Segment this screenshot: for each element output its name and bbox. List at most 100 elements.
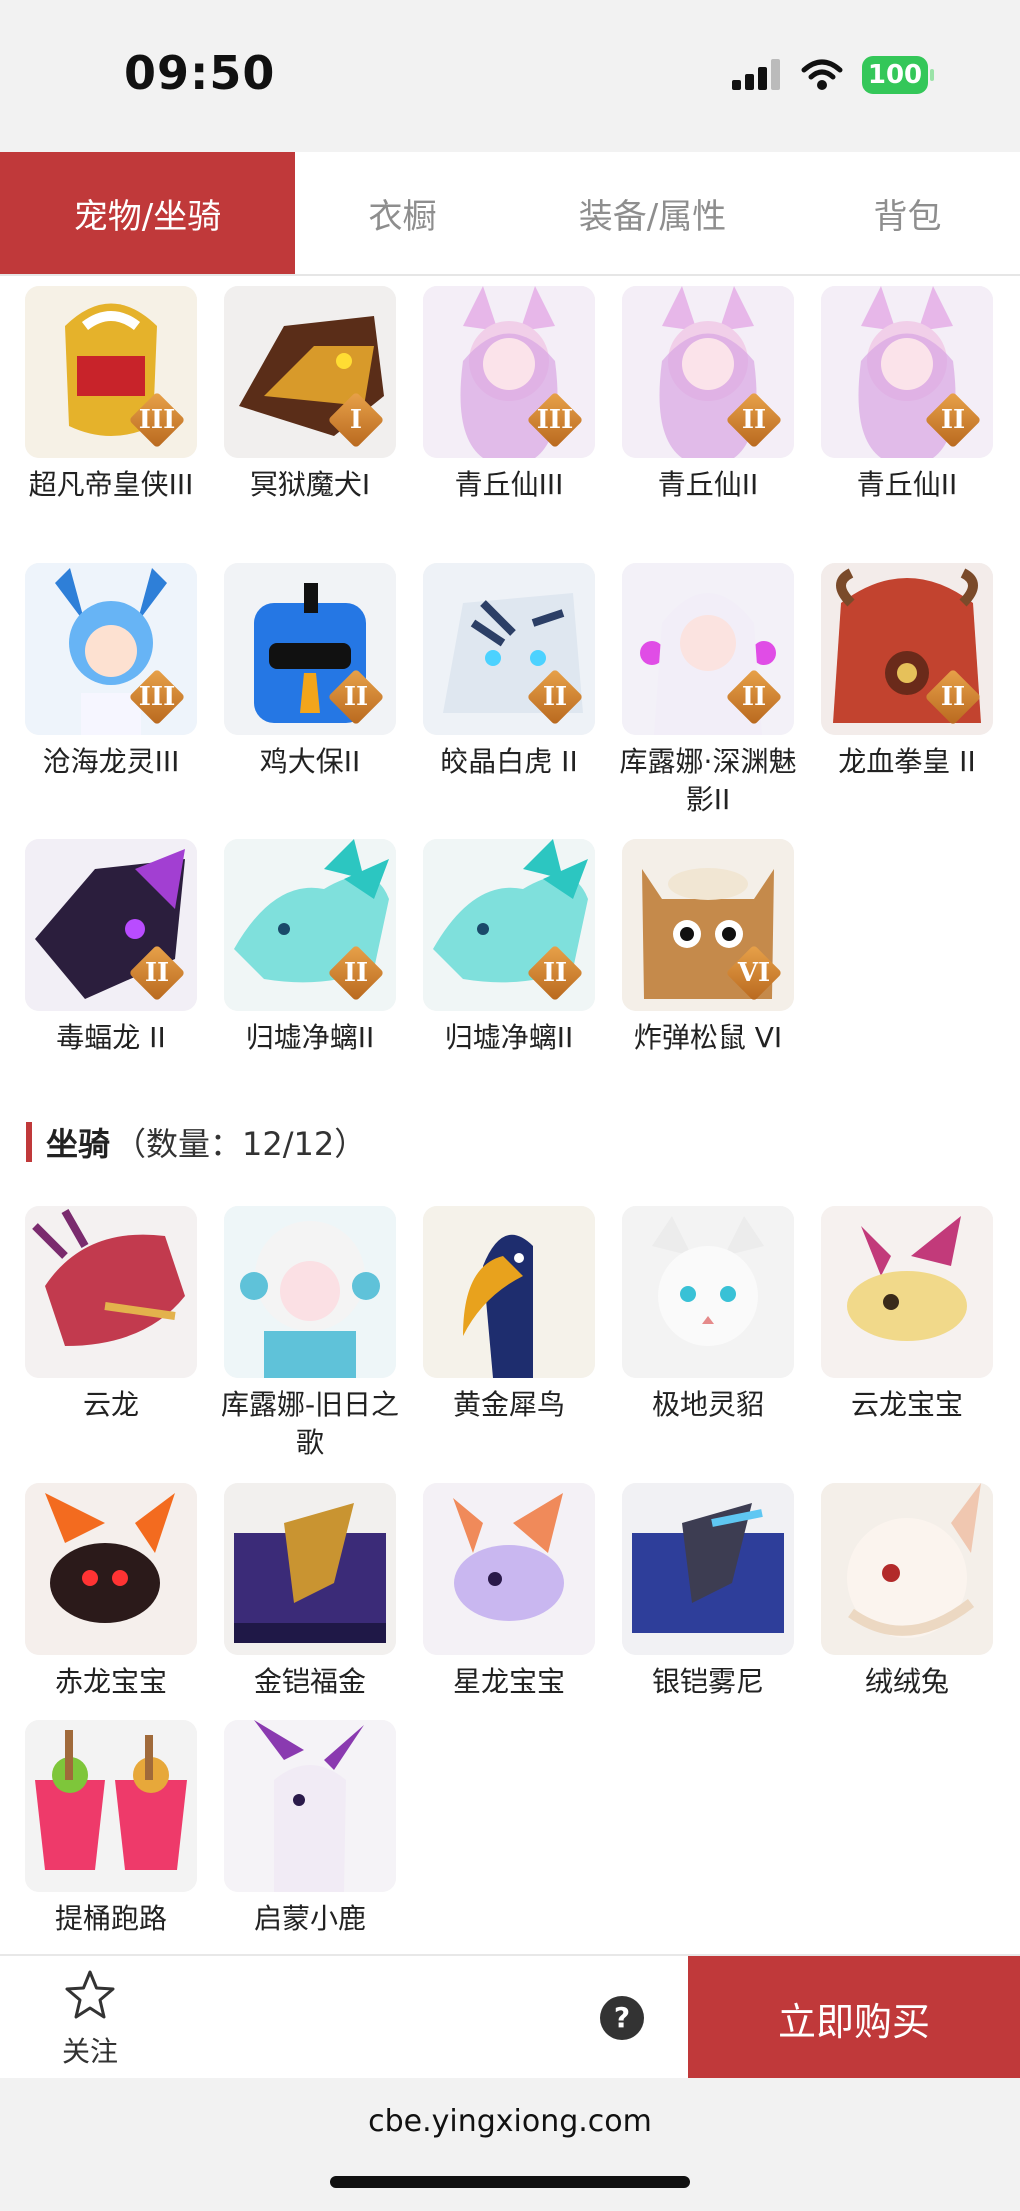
item-thumbnail: I bbox=[224, 286, 396, 458]
item-name: 青丘仙III bbox=[454, 468, 564, 501]
url-text[interactable]: cbe.yingxiong.com bbox=[0, 2104, 1020, 2139]
item-name: 库露娜·深渊魅影II bbox=[619, 745, 797, 816]
item-name: 毒蝠龙 II bbox=[56, 1021, 166, 1054]
item-thumbnail bbox=[25, 1206, 197, 1378]
item-name: 冥狱魔犬I bbox=[249, 468, 371, 501]
help-icon[interactable]: ? bbox=[600, 1996, 644, 2040]
item-thumbnail bbox=[622, 1206, 794, 1378]
item-name: 鸡大保II bbox=[259, 745, 361, 778]
item-thumbnail: II bbox=[821, 563, 993, 735]
item-thumbnail: II bbox=[224, 839, 396, 1011]
item-thumbnail: III bbox=[25, 563, 197, 735]
item-name: 龙血拳皇 II bbox=[838, 745, 976, 778]
browser-address-bar: cbe.yingxiong.com bbox=[0, 2078, 1020, 2211]
item-art bbox=[224, 1483, 396, 1655]
item-thumbnail bbox=[423, 1206, 595, 1378]
status-bar: 09:50 100 bbox=[0, 0, 1020, 152]
item-thumbnail: III bbox=[423, 286, 595, 458]
tier-badge: II bbox=[128, 944, 186, 1002]
item-thumbnail: III bbox=[25, 286, 197, 458]
item-art bbox=[423, 1206, 595, 1378]
mounts-section-header: 坐骑 （数量：12/12） bbox=[26, 1118, 366, 1166]
tab-wardrobe[interactable]: 衣橱 bbox=[295, 152, 510, 274]
item-art bbox=[423, 1483, 595, 1655]
battery-icon: 100 bbox=[862, 56, 934, 94]
item-thumbnail: II bbox=[423, 563, 595, 735]
item-name: 云龙 bbox=[82, 1388, 139, 1421]
item-thumbnail bbox=[821, 1483, 993, 1655]
item-name: 黄金犀鸟 bbox=[452, 1388, 565, 1421]
item-name: 金铠福金 bbox=[253, 1665, 366, 1698]
home-indicator bbox=[330, 2176, 690, 2188]
item-thumbnail bbox=[821, 1206, 993, 1378]
item-art bbox=[622, 1206, 794, 1378]
item-thumbnail bbox=[25, 1720, 197, 1892]
item-name: 归墟净螭II bbox=[245, 1021, 375, 1054]
item-thumbnail bbox=[622, 1483, 794, 1655]
section-title: 坐骑 bbox=[46, 1125, 111, 1163]
item-thumbnail: II bbox=[224, 563, 396, 735]
tier-badge: II bbox=[327, 668, 385, 726]
item-name: 超凡帝皇侠III bbox=[28, 468, 194, 501]
buy-now-button[interactable]: 立即购买 bbox=[688, 1956, 1020, 2080]
item-thumbnail: II bbox=[25, 839, 197, 1011]
item-thumbnail bbox=[224, 1720, 396, 1892]
bottom-action-bar: 关注 ? 立即购买 bbox=[0, 1954, 1020, 2080]
section-accent-bar bbox=[26, 1122, 32, 1162]
item-name: 极地灵貂 bbox=[651, 1388, 764, 1421]
tier-badge: II bbox=[327, 944, 385, 1002]
tab-equipment[interactable]: 装备/属性 bbox=[510, 152, 795, 274]
tier-badge: II bbox=[924, 668, 982, 726]
item-name: 归墟净螭II bbox=[444, 1021, 574, 1054]
item-art bbox=[821, 1206, 993, 1378]
item-art bbox=[821, 1483, 993, 1655]
item-name: 青丘仙II bbox=[657, 468, 759, 501]
item-art bbox=[224, 1720, 396, 1892]
item-art bbox=[25, 1483, 197, 1655]
star-icon bbox=[65, 1970, 115, 2019]
tier-badge: III bbox=[526, 391, 584, 449]
tier-badge: II bbox=[725, 668, 783, 726]
item-art bbox=[224, 1206, 396, 1378]
wifi-icon bbox=[800, 56, 844, 94]
item-name: 银铠雾尼 bbox=[651, 1665, 764, 1698]
item-art bbox=[25, 1720, 197, 1892]
tier-badge: III bbox=[128, 391, 186, 449]
item-name: 启蒙小鹿 bbox=[253, 1902, 366, 1935]
tab-bar: 宠物/坐骑 衣橱 装备/属性 背包 bbox=[0, 152, 1020, 276]
tier-badge: VI bbox=[725, 944, 783, 1002]
follow-label: 关注 bbox=[61, 2035, 118, 2068]
item-thumbnail: II bbox=[423, 839, 595, 1011]
item-name: 提桶跑路 bbox=[54, 1902, 167, 1935]
item-thumbnail bbox=[25, 1483, 197, 1655]
item-name: 青丘仙II bbox=[856, 468, 958, 501]
tier-badge: II bbox=[924, 391, 982, 449]
item-thumbnail bbox=[423, 1483, 595, 1655]
item-thumbnail: II bbox=[622, 563, 794, 735]
tab-backpack[interactable]: 背包 bbox=[795, 152, 1020, 274]
item-thumbnail bbox=[224, 1206, 396, 1378]
tier-badge: II bbox=[526, 668, 584, 726]
tier-badge: II bbox=[725, 391, 783, 449]
item-name: 云龙宝宝 bbox=[850, 1388, 963, 1421]
tier-badge: II bbox=[526, 944, 584, 1002]
item-name: 星龙宝宝 bbox=[452, 1665, 565, 1698]
item-name: 库露娜-旧日之歌 bbox=[220, 1388, 400, 1459]
item-thumbnail: II bbox=[622, 286, 794, 458]
item-name: 炸弹松鼠 VI bbox=[633, 1021, 783, 1054]
item-name: 皎晶白虎 II bbox=[440, 745, 578, 778]
item-thumbnail: VI bbox=[622, 839, 794, 1011]
item-name: 赤龙宝宝 bbox=[54, 1665, 167, 1698]
tab-pets-mounts[interactable]: 宠物/坐骑 bbox=[0, 152, 295, 274]
item-art bbox=[25, 1206, 197, 1378]
follow-button[interactable]: 关注 bbox=[50, 1968, 130, 2068]
item-thumbnail: II bbox=[821, 286, 993, 458]
item-name: 沧海龙灵III bbox=[42, 745, 180, 778]
item-thumbnail bbox=[224, 1483, 396, 1655]
cellular-signal-icon bbox=[730, 56, 786, 94]
battery-level: 100 bbox=[862, 56, 928, 94]
item-name: 绒绒兔 bbox=[864, 1665, 949, 1698]
section-count: （数量：12/12） bbox=[114, 1125, 367, 1163]
tier-badge: I bbox=[327, 391, 385, 449]
item-art bbox=[622, 1483, 794, 1655]
